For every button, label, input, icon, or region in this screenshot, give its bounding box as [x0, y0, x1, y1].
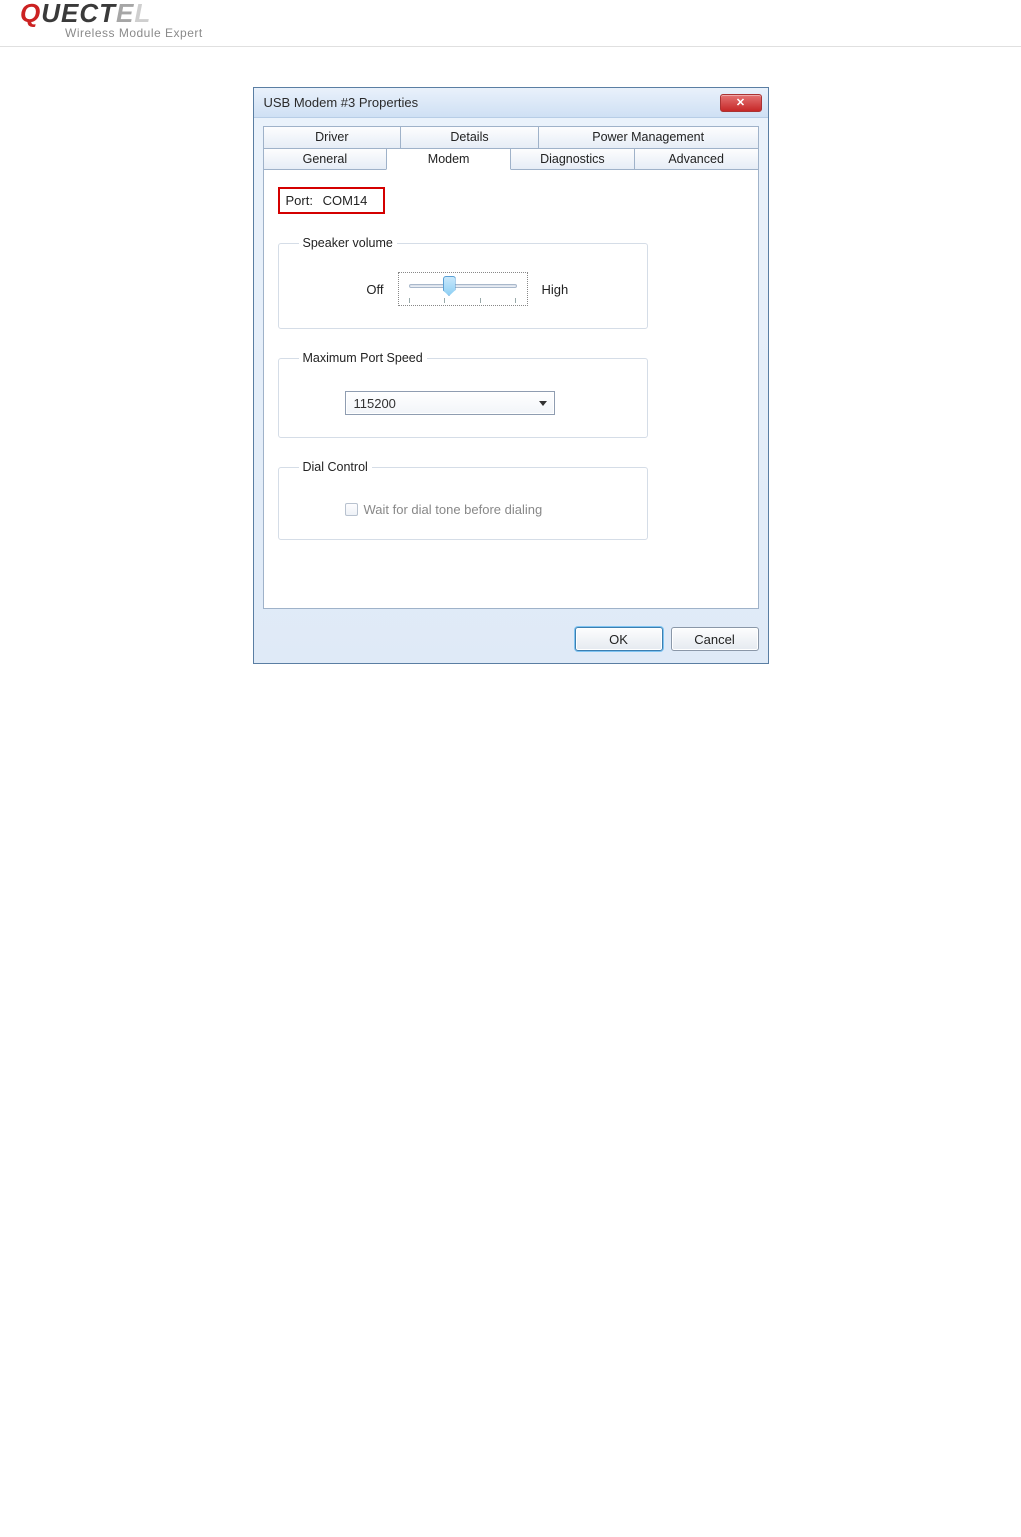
cancel-button[interactable]: Cancel	[671, 627, 759, 651]
port-value: COM14	[323, 193, 368, 208]
tab-general[interactable]: General	[263, 148, 388, 170]
close-icon: ✕	[736, 96, 745, 109]
ok-button[interactable]: OK	[575, 627, 663, 651]
tab-panel-modem: Port: COM14 Speaker volume Off	[263, 169, 759, 609]
group-max-port-speed: Maximum Port Speed 115200	[278, 351, 648, 438]
group-dial-control: Dial Control Wait for dial tone before d…	[278, 460, 648, 540]
dropdown-arrow-button[interactable]	[533, 393, 553, 413]
slider-track	[409, 284, 517, 288]
brand-logo: QUECTEL	[20, 0, 1021, 26]
dialog-button-row: OK Cancel	[263, 617, 759, 651]
wait-dial-tone-label: Wait for dial tone before dialing	[364, 502, 543, 517]
window-title: USB Modem #3 Properties	[264, 95, 720, 110]
tab-modem[interactable]: Modem	[386, 148, 511, 170]
wait-dial-tone-checkbox[interactable]	[345, 503, 358, 516]
tab-advanced[interactable]: Advanced	[634, 148, 759, 170]
properties-dialog: USB Modem #3 Properties ✕ Driver Details…	[253, 87, 769, 664]
port-speed-value: 115200	[354, 396, 396, 411]
slider-ticks	[409, 298, 517, 303]
close-button[interactable]: ✕	[720, 94, 762, 112]
group-dial-legend: Dial Control	[299, 460, 372, 474]
group-speaker-volume: Speaker volume Off High	[278, 236, 648, 329]
slider-label-high: High	[542, 282, 582, 297]
tab-diagnostics[interactable]: Diagnostics	[510, 148, 635, 170]
group-speaker-legend: Speaker volume	[299, 236, 397, 250]
port-speed-select[interactable]: 115200	[345, 391, 555, 415]
titlebar[interactable]: USB Modem #3 Properties ✕	[254, 88, 768, 118]
group-speed-legend: Maximum Port Speed	[299, 351, 427, 365]
dialog-body: Driver Details Power Management General …	[254, 118, 768, 663]
slider-label-off: Off	[344, 282, 384, 297]
brand-tagline: Wireless Module Expert	[65, 26, 1021, 40]
tab-details[interactable]: Details	[400, 126, 539, 148]
slider-thumb[interactable]	[443, 276, 456, 296]
page-header: QUECTEL Wireless Module Expert	[0, 0, 1021, 47]
speaker-volume-slider[interactable]	[398, 272, 528, 306]
tab-power-management[interactable]: Power Management	[538, 126, 759, 148]
port-label: Port:	[286, 193, 313, 208]
port-highlight-box: Port: COM14	[278, 187, 386, 214]
tab-strip: Driver Details Power Management General …	[263, 126, 759, 609]
chevron-down-icon	[539, 401, 547, 406]
tab-driver[interactable]: Driver	[263, 126, 402, 148]
